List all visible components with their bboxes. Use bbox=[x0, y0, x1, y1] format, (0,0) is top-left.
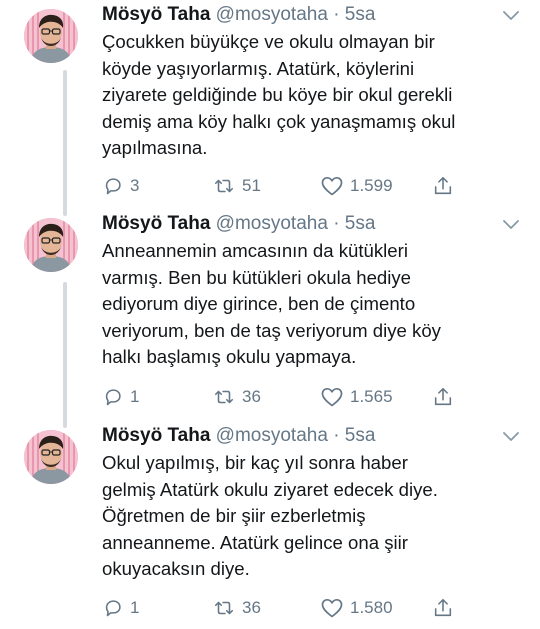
like-button[interactable]: 1.580 bbox=[320, 595, 393, 621]
timestamp[interactable]: 5sa bbox=[345, 425, 376, 446]
like-button[interactable]: 1.565 bbox=[320, 384, 393, 410]
retweet-icon bbox=[214, 390, 234, 404]
tweet-actions: 3 51 1.599 bbox=[102, 173, 482, 199]
chevron-down-icon[interactable] bbox=[502, 10, 520, 22]
like-count: 1.599 bbox=[350, 176, 393, 195]
retweet-button[interactable]: 51 bbox=[212, 173, 261, 199]
like-button[interactable]: 1.599 bbox=[320, 173, 393, 199]
retweet-button[interactable]: 36 bbox=[212, 384, 261, 410]
tweet[interactable]: Mösyö Taha @mosyotaha · 5sa Okul yapılmı… bbox=[0, 421, 540, 629]
tweet-header: Mösyö Taha @mosyotaha · 5sa bbox=[102, 211, 375, 237]
share-icon bbox=[434, 598, 452, 617]
reply-icon bbox=[105, 389, 121, 406]
like-count: 1.580 bbox=[350, 598, 393, 617]
reply-button[interactable]: 1 bbox=[102, 595, 139, 621]
display-name[interactable]: Mösyö Taha bbox=[102, 213, 210, 234]
tweet-thread: Mösyö Taha @mosyotaha · 5sa Çocukken büy… bbox=[0, 0, 540, 629]
retweet-count: 36 bbox=[242, 598, 261, 617]
reply-icon bbox=[105, 178, 121, 195]
tweet[interactable]: Mösyö Taha @mosyotaha · 5sa Anneannemin … bbox=[0, 209, 540, 421]
timestamp[interactable]: 5sa bbox=[345, 4, 376, 25]
reply-button[interactable]: 1 bbox=[102, 384, 139, 410]
reply-count: 3 bbox=[130, 176, 140, 195]
tweet[interactable]: Mösyö Taha @mosyotaha · 5sa Çocukken büy… bbox=[0, 0, 540, 209]
separator-dot: · bbox=[333, 425, 340, 446]
display-name[interactable]: Mösyö Taha bbox=[102, 425, 210, 446]
retweet-icon bbox=[214, 601, 234, 615]
separator-dot: · bbox=[333, 4, 340, 25]
user-handle[interactable]: @mosyotaha bbox=[216, 213, 328, 234]
reply-count: 1 bbox=[130, 387, 140, 406]
retweet-icon bbox=[214, 179, 234, 193]
avatar-image bbox=[24, 9, 78, 63]
tweet-header: Mösyö Taha @mosyotaha · 5sa bbox=[102, 423, 375, 449]
tweet-actions: 1 36 1.580 bbox=[102, 595, 482, 621]
separator-dot: · bbox=[333, 213, 340, 234]
retweet-count: 36 bbox=[242, 387, 261, 406]
reply-button[interactable]: 3 bbox=[102, 173, 139, 199]
retweet-count: 51 bbox=[242, 176, 261, 195]
heart-icon bbox=[321, 387, 343, 407]
user-handle[interactable]: @mosyotaha bbox=[216, 425, 328, 446]
avatar-image bbox=[24, 218, 78, 272]
like-count: 1.565 bbox=[350, 387, 393, 406]
display-name[interactable]: Mösyö Taha bbox=[102, 4, 210, 25]
avatar-image bbox=[24, 430, 78, 484]
share-button[interactable] bbox=[432, 595, 454, 621]
reply-count: 1 bbox=[130, 598, 140, 617]
share-button[interactable] bbox=[432, 173, 454, 199]
avatar[interactable] bbox=[24, 9, 78, 63]
avatar[interactable] bbox=[24, 430, 78, 484]
avatar[interactable] bbox=[24, 218, 78, 272]
share-icon bbox=[434, 176, 452, 195]
share-icon bbox=[434, 387, 452, 406]
tweet-text: Anneannemin amcasının da kütükleri varmı… bbox=[102, 240, 441, 367]
share-button[interactable] bbox=[432, 384, 454, 410]
heart-icon bbox=[321, 176, 343, 196]
timestamp[interactable]: 5sa bbox=[345, 213, 376, 234]
tweet-actions: 1 36 1.565 bbox=[102, 384, 482, 410]
retweet-button[interactable]: 36 bbox=[212, 595, 261, 621]
chevron-down-icon[interactable] bbox=[502, 431, 520, 443]
user-handle[interactable]: @mosyotaha bbox=[216, 4, 328, 25]
chevron-down-icon[interactable] bbox=[502, 219, 520, 231]
heart-icon bbox=[321, 598, 343, 618]
tweet-text: Çocukken büyükçe ve okulu olmayan bir kö… bbox=[102, 31, 456, 158]
reply-icon bbox=[105, 600, 121, 617]
tweet-text: Okul yapılmış, bir kaç yıl sonra haber g… bbox=[102, 452, 438, 579]
tweet-header: Mösyö Taha @mosyotaha · 5sa bbox=[102, 2, 375, 28]
